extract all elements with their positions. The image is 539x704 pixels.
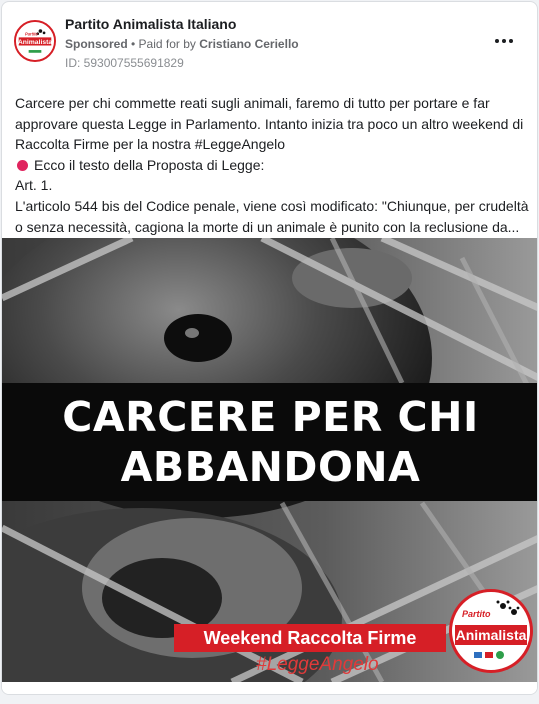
- banner-text: Weekend Raccolta Firme: [203, 627, 417, 648]
- logo-animalista-text: Animalista: [455, 625, 527, 645]
- post-header: Animalista Partito Partito Animalista It…: [2, 2, 537, 78]
- red-circle-icon: [17, 159, 28, 171]
- logo-partito-text: Partito: [462, 609, 491, 619]
- paid-for-prefix: • Paid for by: [127, 37, 200, 51]
- post-body-text: Carcere per chi commette reati sugli ani…: [15, 93, 530, 237]
- ad-image[interactable]: CARCERE PER CHI ABBANDONA Weekend Raccol…: [2, 238, 537, 682]
- post-text-line: L'articolo 544 bis del Codice penale, vi…: [15, 197, 529, 214]
- post-text-line: Art. 1.: [15, 177, 53, 194]
- sponsored-meta: Sponsored • Paid for by Cristiano Ceriel…: [65, 37, 299, 51]
- sponsored-label[interactable]: Sponsored: [65, 37, 128, 51]
- animalista-logo-badge: Partito Animalista: [449, 589, 533, 673]
- post-text-line: approvare questa Legge in Parlamento. In…: [15, 115, 524, 132]
- more-options-button[interactable]: [493, 30, 515, 52]
- post-text-line: Carcere per chi commette reati sugli ani…: [15, 95, 490, 111]
- post-text-line: o senza necessità, cagiona la morte di u…: [15, 218, 520, 235]
- page-name-link[interactable]: Partito Animalista Italiano: [65, 16, 236, 32]
- headline-band: CARCERE PER CHI ABBANDONA: [2, 383, 537, 501]
- post-footer: [2, 682, 537, 694]
- partito-animalista-logo-icon: Animalista Partito: [16, 22, 54, 60]
- image-hashtag: #LeggeAngelo: [256, 654, 379, 675]
- avatar-logo-text: Animalista: [18, 39, 52, 46]
- headline-line-2: ABBANDONA: [120, 443, 421, 491]
- ad-id: ID: 593007555691829: [65, 56, 184, 70]
- ad-post-card: Animalista Partito Partito Animalista It…: [1, 1, 538, 695]
- post-text-line-with-icon: Ecco il testo della Proposta di Legge:: [15, 155, 530, 176]
- weekend-banner: Weekend Raccolta Firme: [174, 624, 446, 652]
- paid-for-by-name: Cristiano Ceriello: [199, 37, 299, 51]
- more-horizontal-icon: [495, 39, 499, 43]
- headline-line-1: CARCERE PER CHI: [62, 393, 479, 441]
- page-avatar[interactable]: Animalista Partito: [14, 20, 56, 62]
- avatar-logo-small-text: Partito: [25, 32, 38, 37]
- post-text-line: Raccolta Firme per la nostra #LeggeAngel…: [15, 136, 286, 153]
